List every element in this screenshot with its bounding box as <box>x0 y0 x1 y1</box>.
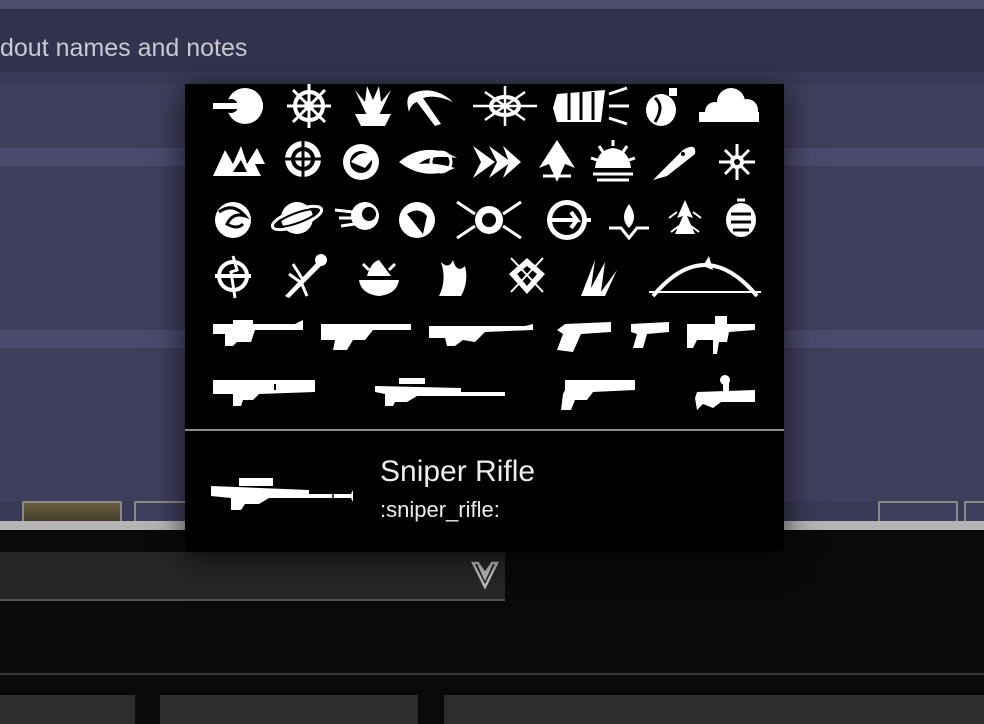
fist-icon[interactable] <box>553 86 629 126</box>
chevrons-icon[interactable] <box>473 146 521 178</box>
vanguard-chevron-icon[interactable] <box>470 560 500 592</box>
pulse-rifle-icon[interactable] <box>321 324 411 350</box>
up-arrow-icon[interactable] <box>539 140 575 182</box>
fusion-rifle-icon[interactable] <box>561 380 635 410</box>
preview-name: Sniper Rifle <box>380 455 536 488</box>
branch-icon[interactable] <box>285 254 327 298</box>
lightning-spear-icon[interactable] <box>215 255 251 299</box>
fire-icon[interactable] <box>439 260 467 296</box>
cloud-icon[interactable] <box>699 88 759 122</box>
scout-rifle-icon[interactable] <box>429 324 533 346</box>
pickaxe-icon[interactable] <box>407 90 453 126</box>
preview-separator <box>185 429 784 431</box>
star-burst-icon[interactable] <box>719 144 755 180</box>
egg-icon[interactable] <box>726 198 756 237</box>
crystal-icon[interactable] <box>509 257 545 294</box>
arc-orb-icon[interactable] <box>399 149 457 174</box>
sunrise-icon[interactable] <box>590 140 636 182</box>
select-field[interactable] <box>0 552 505 601</box>
shotgun-icon[interactable] <box>213 380 315 406</box>
top-band <box>0 0 984 9</box>
claw-icon[interactable] <box>581 260 617 296</box>
tree-icon[interactable] <box>668 200 702 234</box>
auto-rifle-icon[interactable] <box>213 320 303 346</box>
emoji-picker-popup: Sniper Rifle :sniper_rifle: <box>185 84 784 551</box>
class-emblem-icon[interactable] <box>213 88 263 124</box>
swirl-icon[interactable] <box>343 144 379 180</box>
vortex-icon[interactable] <box>215 202 251 238</box>
knife-icon[interactable] <box>653 146 696 180</box>
bow-icon[interactable] <box>649 256 761 298</box>
preview-shortcode: :sniper_rifle: <box>380 497 500 522</box>
emoji-grid <box>213 84 761 410</box>
sniper-rifle-icon[interactable] <box>375 378 505 406</box>
comet-icon[interactable] <box>334 202 379 230</box>
explosion-icon[interactable] <box>213 146 265 176</box>
arc-splash-icon[interactable] <box>473 86 537 126</box>
sidearm-icon[interactable] <box>631 322 669 348</box>
sniper-rifle-icon <box>211 478 353 510</box>
footer-panel <box>0 695 135 724</box>
drop-icon[interactable] <box>609 204 649 241</box>
footer-panel <box>160 695 418 724</box>
popup-connector <box>172 84 185 116</box>
void-burst-icon[interactable] <box>287 84 331 128</box>
shield-ring-icon[interactable] <box>285 141 321 177</box>
search-bar[interactable]: dout names and notes <box>0 9 984 72</box>
hand-cannon-icon[interactable] <box>557 322 611 352</box>
grenade-icon[interactable] <box>646 88 677 126</box>
hawk-icon[interactable] <box>399 202 435 238</box>
flame-bowl-icon[interactable] <box>359 260 399 296</box>
solar-flare-icon[interactable] <box>355 86 391 126</box>
footer-panel <box>444 695 984 724</box>
grenade-launcher-icon[interactable] <box>695 375 755 410</box>
divider <box>0 673 984 675</box>
target-icon[interactable] <box>456 200 522 240</box>
search-placeholder: dout names and notes <box>0 34 248 62</box>
planet-icon[interactable] <box>270 202 324 235</box>
smg-icon[interactable] <box>687 316 755 354</box>
arrow-circle-icon[interactable] <box>547 200 591 240</box>
